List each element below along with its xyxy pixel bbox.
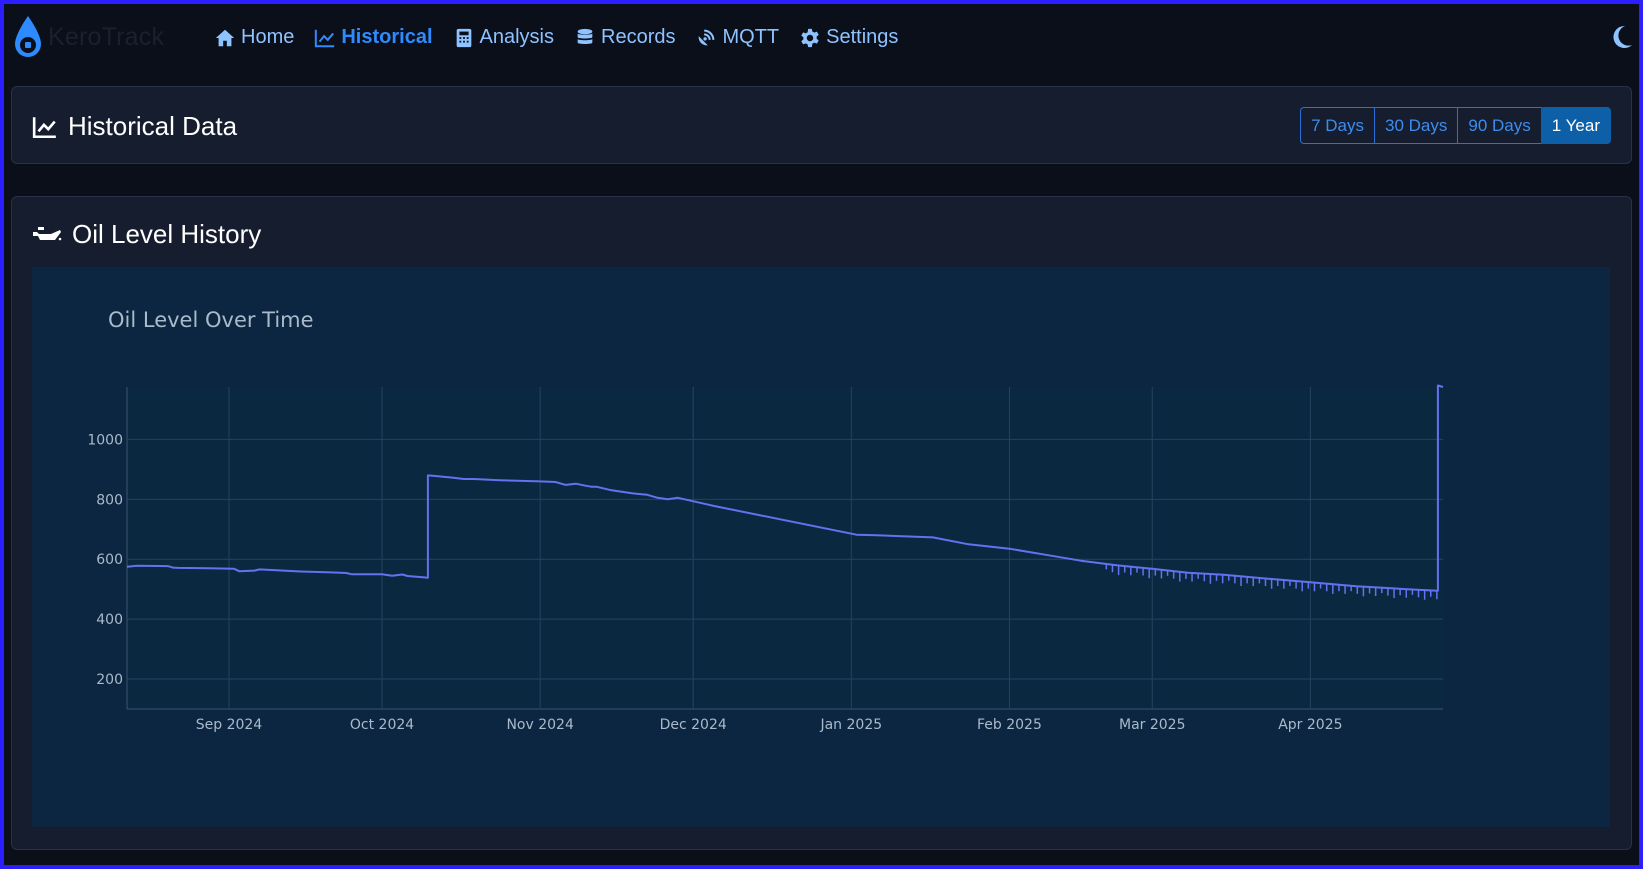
theme-toggle-button[interactable]	[1610, 24, 1634, 50]
oil-level-title: Oil Level History	[32, 219, 261, 250]
y-tick-label: 800	[96, 492, 123, 508]
chart-title: Oil Level Over Time	[108, 308, 314, 332]
x-tick-label: Jan 2025	[819, 717, 882, 733]
nav-analysis-label: Analysis	[479, 26, 554, 48]
plot-area	[127, 387, 1443, 709]
satellite-dish-icon	[699, 29, 715, 45]
nav-home-label: Home	[241, 26, 295, 48]
oil-level-chart-svg: Oil Level Over Time Sep 2024 Oct 2024 Nov …	[87, 308, 1444, 733]
nav-records[interactable]: Records	[574, 26, 675, 49]
range-button-90-days[interactable]: 90 Days	[1457, 107, 1542, 144]
nav-settings[interactable]: Settings	[799, 26, 898, 49]
oil-level-card: Oil Level History Oil Level Over Time Se…	[11, 196, 1632, 850]
home-icon	[215, 29, 235, 46]
gear-icon	[801, 28, 819, 47]
y-tick-label: 200	[96, 672, 123, 688]
y-tick-label: 600	[96, 552, 123, 568]
chart-line-icon	[315, 29, 335, 47]
nav-historical-label: Historical	[341, 26, 433, 48]
nav-analysis[interactable]: Analysis	[453, 26, 554, 49]
nav-home[interactable]: Home	[214, 26, 294, 49]
x-tick-label: Nov 2024	[506, 717, 573, 733]
droplet-logo-icon	[15, 16, 41, 57]
x-tick-label: Feb 2025	[977, 717, 1042, 733]
x-tick-label: Apr 2025	[1278, 717, 1342, 733]
x-axis: Sep 2024 Oct 2024 Nov 2024 Dec 2024 Jan 2025…	[196, 717, 1343, 733]
navbar: KeroTrack Home Historical Analysis Recor…	[4, 4, 1639, 76]
x-tick-label: Dec 2024	[660, 717, 727, 733]
x-tick-label: Sep 2024	[196, 717, 263, 733]
brand[interactable]: KeroTrack	[12, 14, 164, 60]
range-button-30-days[interactable]: 30 Days	[1374, 107, 1459, 144]
nav-mqtt-label: MQTT	[722, 26, 780, 48]
x-tick-label: Oct 2024	[350, 717, 414, 733]
historical-title-text: Historical Data	[68, 111, 238, 141]
historical-header-card: Historical Data 7 Days 30 Days 90 Days 1…	[11, 86, 1632, 164]
chart-line-icon	[32, 116, 56, 138]
nav-historical[interactable]: Historical	[314, 26, 433, 49]
nav-settings-label: Settings	[826, 26, 899, 48]
x-tick-label: Mar 2025	[1119, 717, 1186, 733]
nav-mqtt[interactable]: MQTT	[695, 26, 779, 49]
main-nav: Home Historical Analysis Records MQTT Se…	[214, 26, 918, 49]
moon-icon	[1613, 25, 1632, 48]
oil-level-chart[interactable]: Oil Level Over Time Sep 2024 Oct 2024 Nov …	[32, 267, 1610, 827]
calculator-icon	[456, 28, 471, 47]
oil-can-icon	[33, 226, 62, 240]
nav-records-label: Records	[601, 26, 676, 48]
oil-level-title-text: Oil Level History	[72, 219, 262, 249]
range-button-group: 7 Days 30 Days 90 Days 1 Year	[1300, 107, 1611, 144]
brand-name: KeroTrack	[48, 22, 165, 51]
range-button-7-days[interactable]: 7 Days	[1300, 107, 1376, 144]
range-button-1-year[interactable]: 1 Year	[1540, 107, 1611, 144]
y-axis: 200 400 600 800 1000	[87, 432, 123, 688]
y-tick-label: 1000	[87, 432, 123, 448]
historical-title: Historical Data	[32, 111, 237, 142]
y-tick-label: 400	[96, 612, 123, 628]
database-icon	[577, 28, 593, 44]
